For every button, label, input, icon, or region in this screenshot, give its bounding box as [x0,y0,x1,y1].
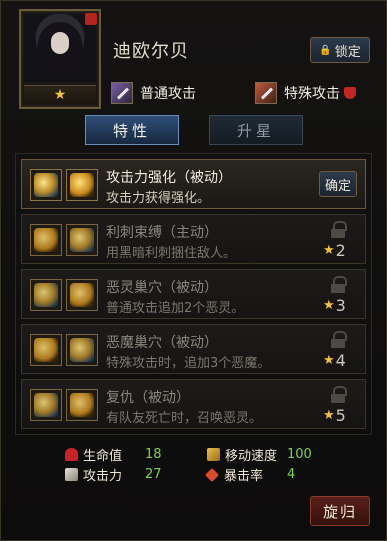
stat-label: 攻击力 [83,469,123,484]
skill-desc: 特殊攻击时，追加3个恶魔。 [106,356,271,371]
thorn-bind-icon [30,224,62,256]
star-requirement: ★ 5 [323,406,357,425]
padlock-body [331,339,345,348]
star-requirement: ★ 2 [323,241,357,260]
lock-icon: 🔒 [319,44,332,56]
skill-desc: 用黑暗利刺捆住敌人。 [106,246,237,261]
skill-list: 攻击力强化（被动） 攻击力获得强化。 确定 利刺束缚（主动） 用黑暗利刺捆住敌人… [15,153,372,435]
star-icon: ★ [53,87,67,103]
spirit-nest-icon [66,279,98,311]
skill-title: 利刺束缚（主动） [106,225,218,241]
star-requirement: ★ 3 [323,296,357,315]
heart-icon [65,448,78,461]
confirm-button[interactable]: 确定 [319,171,357,197]
hero-name: 迪欧尔贝 [113,41,189,62]
tab-star-up[interactable]: 升星 [209,115,303,145]
portrait-face [51,32,69,54]
skill-row[interactable]: 利刺束缚（主动） 用黑暗利刺捆住敌人。 ★ 2 [21,214,366,264]
lock-button[interactable]: 🔒 锁定 [310,37,370,63]
devil-badge-icon [85,13,97,25]
demon-burst-icon [30,334,62,366]
mask-icon [30,389,62,421]
stat-label: 暴击率 [224,469,264,484]
stat-value: 4 [287,467,296,482]
thorn-icon [66,224,98,256]
skill-desc: 普通攻击追加2个恶灵。 [106,301,245,316]
stat-hp: 生命值 18 [65,445,162,464]
hero-star-rating: ★ [24,85,96,104]
star-icon: ★ [323,298,335,313]
stat-value: 27 [145,467,162,482]
skill-desc: 有队友死亡时，召唤恶灵。 [106,411,263,426]
sword-icon [66,169,98,201]
tab-traits[interactable]: 特性 [85,115,179,145]
star-requirement: ★ 4 [323,351,357,370]
stat-value: 18 [145,447,162,462]
lock-button-label: 锁定 [334,44,361,60]
special-attack[interactable]: 特殊攻击 [255,81,356,105]
skill-title: 复仇（被动） [106,390,190,406]
special-attack-label: 特殊攻击 [284,86,340,102]
skill-lock: ★ 3 [323,274,353,316]
skill-row[interactable]: 恶灵巢穴（被动） 普通攻击追加2个恶灵。 ★ 3 [21,269,366,319]
star-icon: ★ [323,243,335,258]
hero-portrait[interactable]: ★ [19,9,101,109]
stat-crit: 暴击率 4 [204,465,295,484]
skill-title: 恶灵巢穴（被动） [106,280,218,296]
stat-attack: 攻击力 27 [65,465,162,484]
normal-attack-label: 普通攻击 [140,86,196,102]
normal-attack-icon [111,82,133,104]
slash-icon [30,169,62,201]
skill-row[interactable]: 复仇（被动） 有队友死亡时，召唤恶灵。 ★ 5 [21,379,366,429]
claw-icon [30,279,62,311]
normal-attack[interactable]: 普通攻击 [111,81,196,105]
star-requirement-value: 5 [335,406,346,425]
skill-row[interactable]: 攻击力强化（被动） 攻击力获得强化。 确定 [21,159,366,209]
skill-title: 恶魔巢穴（被动） [106,335,218,351]
skill-lock: ★ 5 [323,384,353,426]
hero-detail-panel: ★ 迪欧尔贝 🔒 锁定 普通攻击 特殊攻击 特性 升星 攻击力强化（被动） 攻击… [0,0,387,541]
star-icon: ★ [323,408,335,423]
back-button[interactable]: 旋归 [310,496,370,526]
stat-speed: 移动速度 100 [207,445,312,464]
sword-icon [65,468,78,481]
devil-icon [344,87,356,99]
star-icon: ★ [323,353,335,368]
special-attack-icon [255,82,277,104]
vortex-icon [66,389,98,421]
stat-value: 100 [287,447,312,462]
skill-lock: ★ 2 [323,219,353,261]
demon-nest-icon [66,334,98,366]
star-requirement-value: 3 [335,296,346,315]
boot-icon [207,448,220,461]
skill-lock: ★ 4 [323,329,353,371]
skill-desc: 攻击力获得强化。 [106,191,211,206]
padlock-body [331,394,345,403]
hero-stats: 生命值 18 攻击力 27 移动速度 100 暴击率 4 [61,445,341,487]
padlock-body [331,229,345,238]
star-requirement-value: 2 [335,241,346,260]
stat-label: 生命值 [83,449,123,464]
padlock-body [331,284,345,293]
crit-icon [204,467,220,482]
star-requirement-value: 4 [335,351,346,370]
skill-title: 攻击力强化（被动） [106,170,232,186]
skill-row[interactable]: 恶魔巢穴（被动） 特殊攻击时，追加3个恶魔。 ★ 4 [21,324,366,374]
stat-label: 移动速度 [225,449,278,464]
